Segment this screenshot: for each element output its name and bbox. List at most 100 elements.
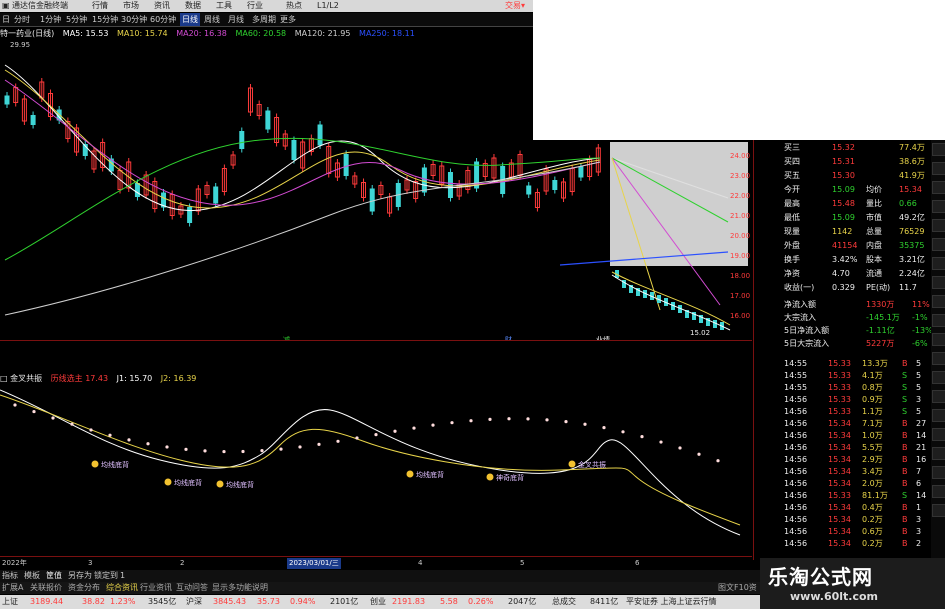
sidebar-button[interactable] xyxy=(932,371,945,384)
indicator-tabbar: 指标 模板 筐值 另存为 锁定到 1 xyxy=(0,570,760,582)
panel-divider-2 xyxy=(0,556,752,557)
sidebar-button[interactable] xyxy=(932,504,945,517)
price-tick: 16.00 xyxy=(730,312,750,320)
sidebar-button[interactable] xyxy=(932,276,945,289)
quote-row: 现量 1142 总量 76529 xyxy=(754,225,934,238)
trade-button[interactable]: 交易▾ xyxy=(505,0,525,12)
sidebar-button[interactable] xyxy=(932,466,945,479)
date-m2: 2 xyxy=(180,559,185,567)
quote-value-2: 49.2亿 xyxy=(899,213,925,222)
menu-jiaoyi[interactable]: 行业 xyxy=(247,0,263,12)
ma-legend: 特一药业(日线) MA5: 15.53 MA10: 15.74 MA20: 16… xyxy=(0,28,421,40)
tab-one[interactable]: 1 xyxy=(120,570,125,582)
sidebar-button[interactable] xyxy=(932,219,945,232)
tab-more[interactable]: 更多 xyxy=(280,13,296,26)
trade-count: 7 xyxy=(916,467,922,476)
quote-label-2: 流通 xyxy=(866,269,882,278)
sz-label[interactable]: 沪深 xyxy=(186,595,202,609)
trade-time: 14:56 xyxy=(784,479,808,488)
tab-indicator[interactable]: 指标 xyxy=(2,570,18,582)
tab-60min[interactable]: 60分钟 xyxy=(150,13,176,26)
trade-price: 15.34 xyxy=(828,431,851,440)
sidebar-button[interactable] xyxy=(932,333,945,346)
menu-hangqing[interactable]: 行情 xyxy=(92,0,108,12)
sidebar-button[interactable] xyxy=(932,447,945,460)
tab-save-as[interactable]: 另存为 xyxy=(68,570,92,582)
trade-row: 14:56 15.34 1.0万 B 14 xyxy=(754,430,934,441)
menu-shuju[interactable]: 数据 xyxy=(185,0,201,12)
price-tick: 23.00 xyxy=(730,172,750,180)
sidebar-button[interactable] xyxy=(932,295,945,308)
trade-time: 14:56 xyxy=(784,443,808,452)
sidebar-button[interactable] xyxy=(932,390,945,403)
trade-volume: 81.1万 xyxy=(862,491,888,500)
func-industry-news[interactable]: 行业资讯 xyxy=(140,582,172,594)
sidebar-button[interactable] xyxy=(932,257,945,270)
menu-hangye[interactable]: 热点 xyxy=(286,0,302,12)
trade-volume: 7.1万 xyxy=(862,419,883,428)
func-help[interactable]: 显示多功能说明 xyxy=(212,582,268,594)
menu-zixun[interactable]: 资讯 xyxy=(154,0,170,12)
trade-price: 15.33 xyxy=(828,491,851,500)
quote-label-2: 市值 xyxy=(866,213,882,222)
flow-value: -145.1万 xyxy=(866,313,900,322)
sidebar-button[interactable] xyxy=(932,143,945,156)
cy-label[interactable]: 创业 xyxy=(370,595,386,609)
sidebar-button[interactable] xyxy=(932,428,945,441)
tab-5min[interactable]: 5分钟 xyxy=(66,13,87,26)
func-extend[interactable]: 扩展A xyxy=(2,582,23,594)
tab-monthly[interactable]: 月线 xyxy=(228,13,244,26)
sidebar-button[interactable] xyxy=(932,352,945,365)
trade-count: 21 xyxy=(916,443,927,452)
tab-30min[interactable]: 30分钟 xyxy=(121,13,147,26)
quote-value-2: 77.4万 xyxy=(899,143,925,152)
func-f10[interactable]: 图文F10资 xyxy=(718,582,757,594)
sh-label[interactable]: 上证 xyxy=(2,595,18,609)
trade-time: 14:56 xyxy=(784,527,808,536)
indicator-dot xyxy=(146,442,150,446)
tab-multi-period[interactable]: 多周期 xyxy=(252,13,276,26)
candle-body xyxy=(369,188,375,212)
flow-value: 1330万 xyxy=(866,300,895,309)
trade-row: 14:55 15.33 13.3万 B 5 xyxy=(754,358,934,369)
trade-row: 14:56 15.34 3.4万 B 7 xyxy=(754,466,934,477)
indicator-dot xyxy=(431,423,435,427)
menu-shichang[interactable]: 市场 xyxy=(123,0,139,12)
sidebar-button[interactable] xyxy=(932,409,945,422)
menu-gongju[interactable]: 工具 xyxy=(216,0,232,12)
indicator-dot xyxy=(279,447,283,451)
tab-daily[interactable]: 日线 xyxy=(180,13,200,26)
candlestick-chart[interactable]: 29.95 15.02 减 财 业绩 24.0023.0022.0021.002… xyxy=(0,40,752,340)
indicator-chart[interactable]: 30.0028.0026.0024.0022.0020.0018.0016.00… xyxy=(0,385,752,555)
candle-body xyxy=(213,186,219,204)
sidebar-button[interactable] xyxy=(932,238,945,251)
flow-percent: -1% xyxy=(912,313,928,322)
flow-row: 5日净流入额 -1.11亿 -13% xyxy=(754,324,934,337)
sidebar-button[interactable] xyxy=(932,162,945,175)
func-general-news[interactable]: 综合资讯 xyxy=(106,582,138,594)
tab-template[interactable]: 模板 xyxy=(24,570,40,582)
tab-weekly[interactable]: 周线 xyxy=(204,13,220,26)
date-m6: 6 xyxy=(635,559,640,567)
tab-lock[interactable]: 锁定到 xyxy=(94,570,118,582)
sidebar-button[interactable] xyxy=(932,485,945,498)
cy-change: 5.58 xyxy=(440,597,458,606)
tab-fenshi[interactable]: 分时 xyxy=(14,13,30,26)
tab-1min[interactable]: 1分钟 xyxy=(40,13,61,26)
func-related-quote[interactable]: 关联报价 xyxy=(30,582,62,594)
func-qa[interactable]: 互动问答 xyxy=(176,582,208,594)
tab-kuangzhi[interactable]: 筐值 xyxy=(46,570,62,582)
quote-label: 净资 xyxy=(784,269,800,278)
func-fund-dist[interactable]: 资金分布 xyxy=(68,582,100,594)
tab-15min[interactable]: 15分钟 xyxy=(92,13,118,26)
quote-value-2: 3.21亿 xyxy=(899,255,925,264)
quote-value: 15.09 xyxy=(832,213,855,222)
indicator-dot xyxy=(13,403,17,407)
sidebar-button[interactable] xyxy=(932,181,945,194)
flow-label: 5日净流入额 xyxy=(784,326,830,335)
trade-time: 14:56 xyxy=(784,539,808,548)
sidebar-button[interactable] xyxy=(932,200,945,213)
sidebar-button[interactable] xyxy=(932,314,945,327)
menu-redian[interactable]: L1/L2 xyxy=(317,0,339,12)
trade-volume: 1.0万 xyxy=(862,431,883,440)
